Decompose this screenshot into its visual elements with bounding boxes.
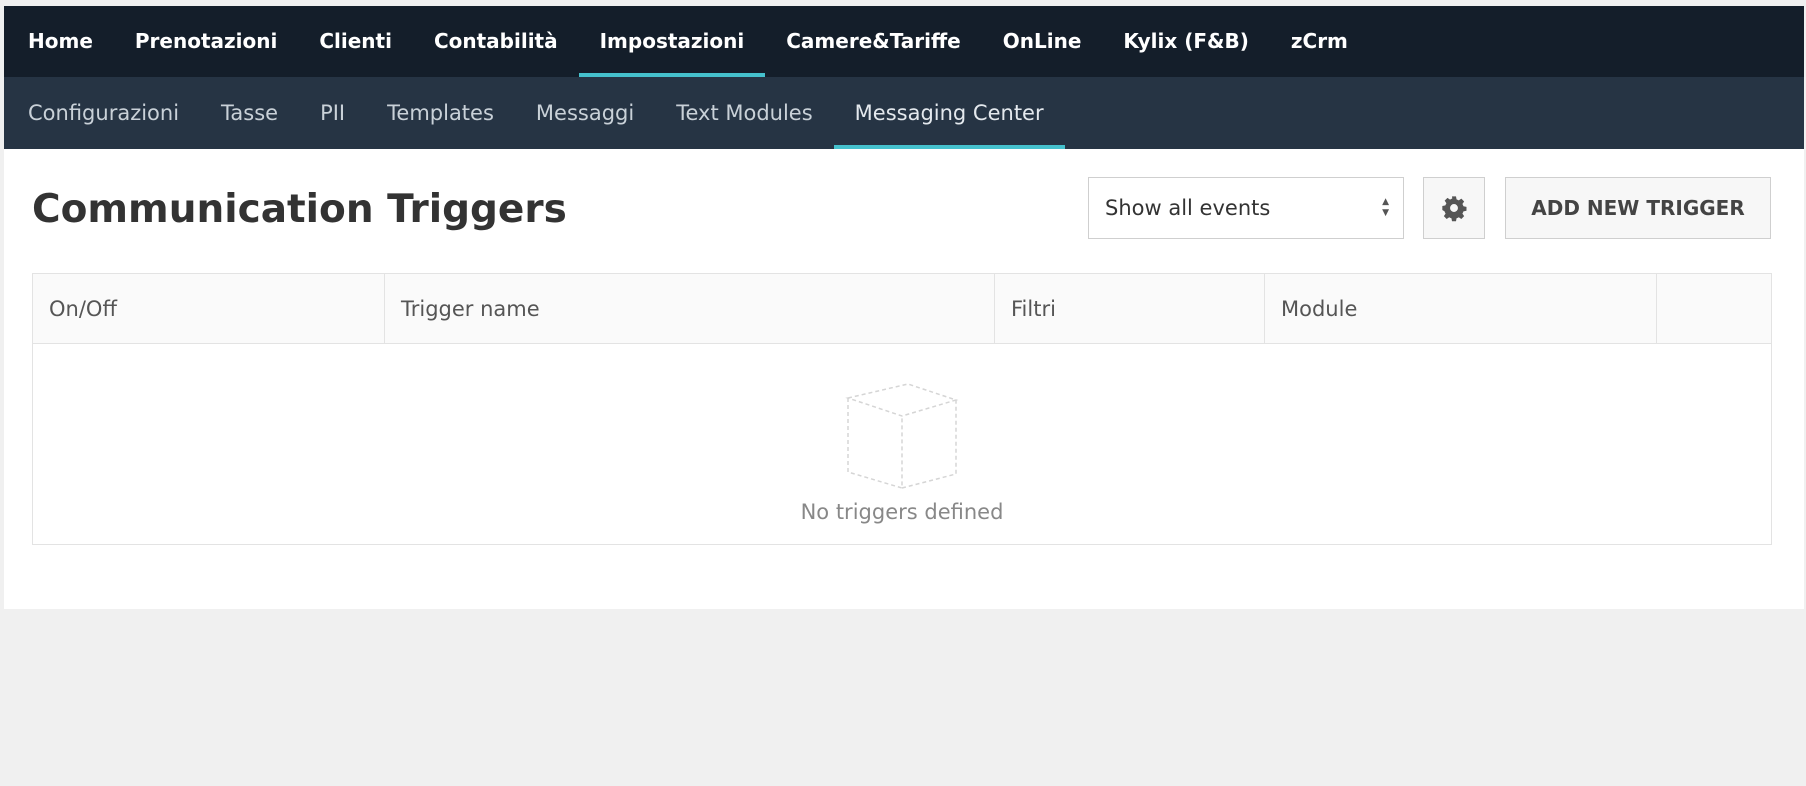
column-header-trigger-name[interactable]: Trigger name [385, 274, 995, 343]
top-nav-camere-tariffe[interactable]: Camere&Tariffe [765, 6, 982, 77]
content-panel: Communication Triggers Show all events ▲… [4, 149, 1804, 609]
event-filter-select[interactable]: Show all events ▲ ▼ [1088, 177, 1404, 239]
sub-nav-messaging-center[interactable]: Messaging Center [833, 77, 1065, 149]
select-arrows-icon: ▲ ▼ [1382, 197, 1389, 218]
empty-message: No triggers defined [800, 500, 1004, 524]
top-nav-impostazioni[interactable]: Impostazioni [578, 6, 766, 77]
gear-icon [1442, 196, 1467, 222]
sub-nav-pii[interactable]: PII [299, 77, 366, 149]
empty-box-icon [845, 383, 959, 490]
settings-button[interactable] [1423, 177, 1485, 239]
top-nav-online[interactable]: OnLine [982, 6, 1103, 77]
page-title: Communication Triggers [32, 187, 567, 232]
column-header-module[interactable]: Module [1265, 274, 1657, 343]
add-new-trigger-button[interactable]: ADD NEW TRIGGER [1505, 177, 1771, 239]
triggers-table: On/Off Trigger name Filtri Module No tri… [32, 273, 1772, 545]
sub-navigation: Configurazioni Tasse PII Templates Messa… [4, 77, 1804, 149]
top-navigation: Home Prenotazioni Clienti Contabilità Im… [4, 6, 1804, 77]
sub-nav-tasse[interactable]: Tasse [200, 77, 299, 149]
empty-state: No triggers defined [33, 344, 1771, 544]
sub-nav-text-modules[interactable]: Text Modules [655, 77, 833, 149]
column-header-on-off[interactable]: On/Off [33, 274, 385, 343]
column-header-filtri[interactable]: Filtri [995, 274, 1265, 343]
event-filter-value: Show all events [1105, 196, 1271, 220]
top-nav-kylix[interactable]: Kylix (F&B) [1102, 6, 1269, 77]
sub-nav-messaggi[interactable]: Messaggi [515, 77, 655, 149]
top-nav-zcrm[interactable]: zCrm [1270, 6, 1369, 77]
table-header: On/Off Trigger name Filtri Module [33, 274, 1771, 344]
top-nav-home[interactable]: Home [28, 6, 114, 77]
sub-nav-configurazioni[interactable]: Configurazioni [28, 77, 200, 149]
top-nav-prenotazioni[interactable]: Prenotazioni [114, 6, 298, 77]
top-nav-clienti[interactable]: Clienti [298, 6, 413, 77]
top-nav-contabilita[interactable]: Contabilità [413, 6, 579, 77]
column-header-actions [1657, 274, 1771, 343]
sub-nav-templates[interactable]: Templates [366, 77, 515, 149]
